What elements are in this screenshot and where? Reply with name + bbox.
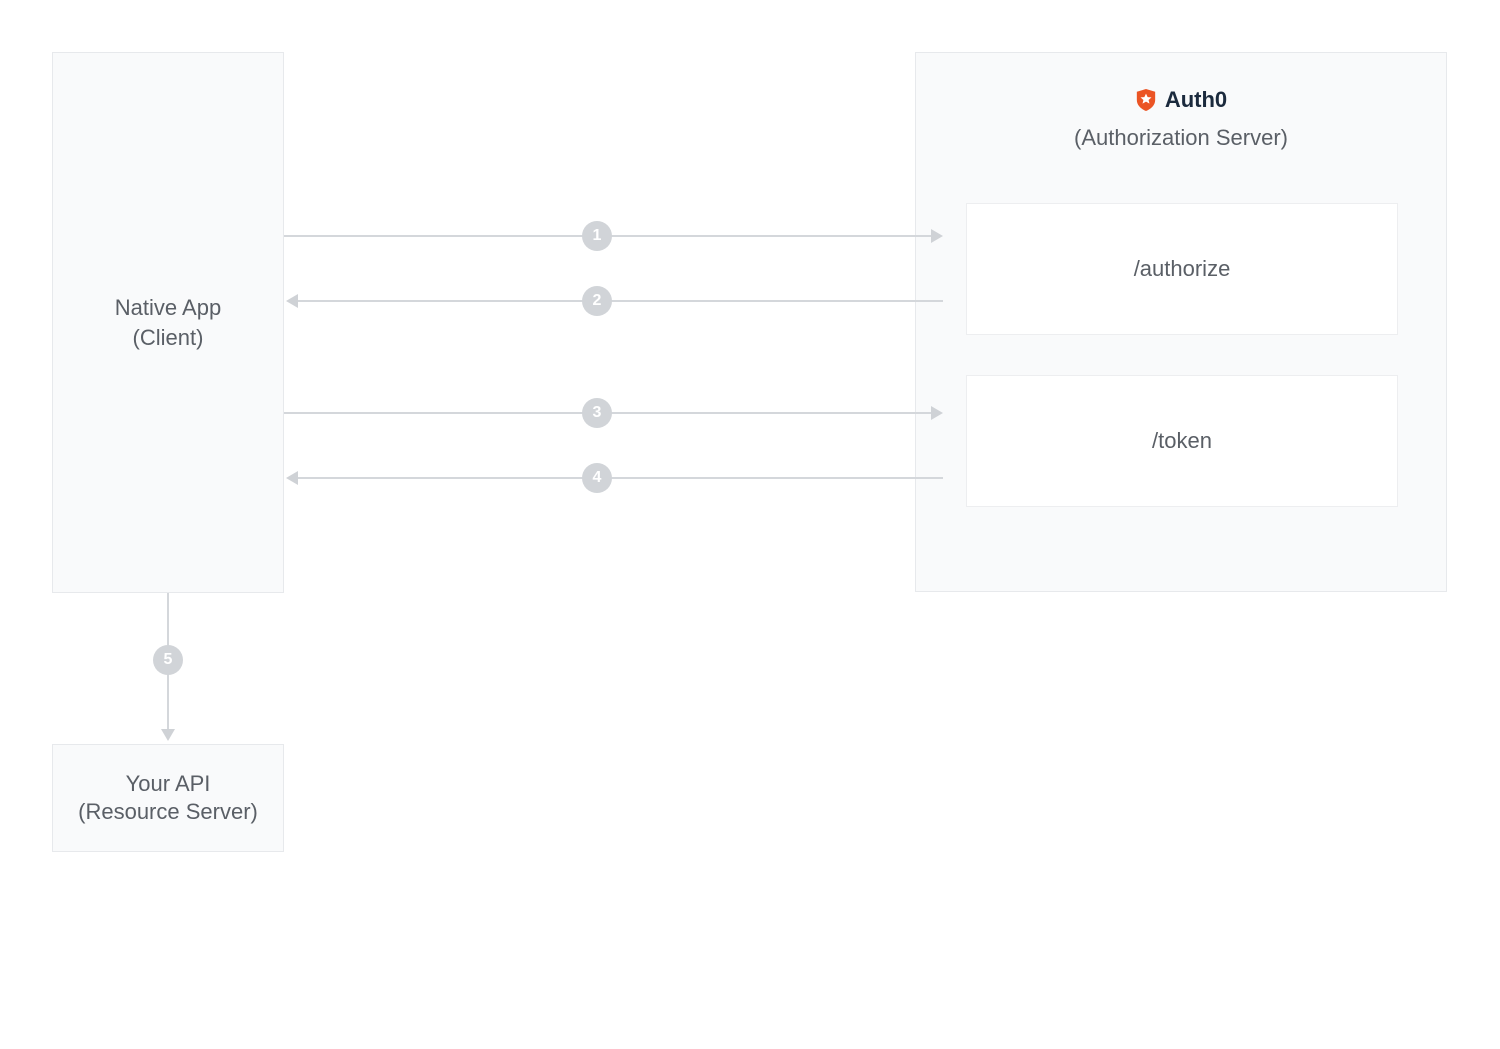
arrowhead-right-icon [931,406,943,420]
token-endpoint-label: /token [1152,428,1212,454]
client-title: Native App [115,295,221,321]
step-badge-5: 5 [153,645,183,675]
oauth-pkce-flow-diagram: Native App (Client) Your API (Resource S… [0,0,1500,1049]
step-badge-4: 4 [582,463,612,493]
api-title: Your API [126,771,211,797]
arrow-step-4 [298,477,943,479]
auth-server-box: Auth0 (Authorization Server) /authorize … [915,52,1447,592]
api-box: Your API (Resource Server) [52,744,284,852]
auth0-brand-label: Auth0 [1165,87,1227,113]
arrow-step-2 [298,300,943,302]
client-subtitle: (Client) [133,325,204,351]
step-badge-1: 1 [582,221,612,251]
auth0-shield-icon [1135,88,1157,112]
step-badge-2: 2 [582,286,612,316]
step-badge-3: 3 [582,398,612,428]
authorize-endpoint-box: /authorize [966,203,1398,335]
token-endpoint-box: /token [966,375,1398,507]
arrowhead-down-icon [161,729,175,741]
arrowhead-right-icon [931,229,943,243]
client-box: Native App (Client) [52,52,284,593]
api-subtitle: (Resource Server) [78,799,258,825]
auth-server-header: Auth0 [916,87,1446,117]
authorize-endpoint-label: /authorize [1134,256,1231,282]
arrowhead-left-icon [286,294,298,308]
auth-server-subtitle: (Authorization Server) [916,125,1446,151]
arrowhead-left-icon [286,471,298,485]
